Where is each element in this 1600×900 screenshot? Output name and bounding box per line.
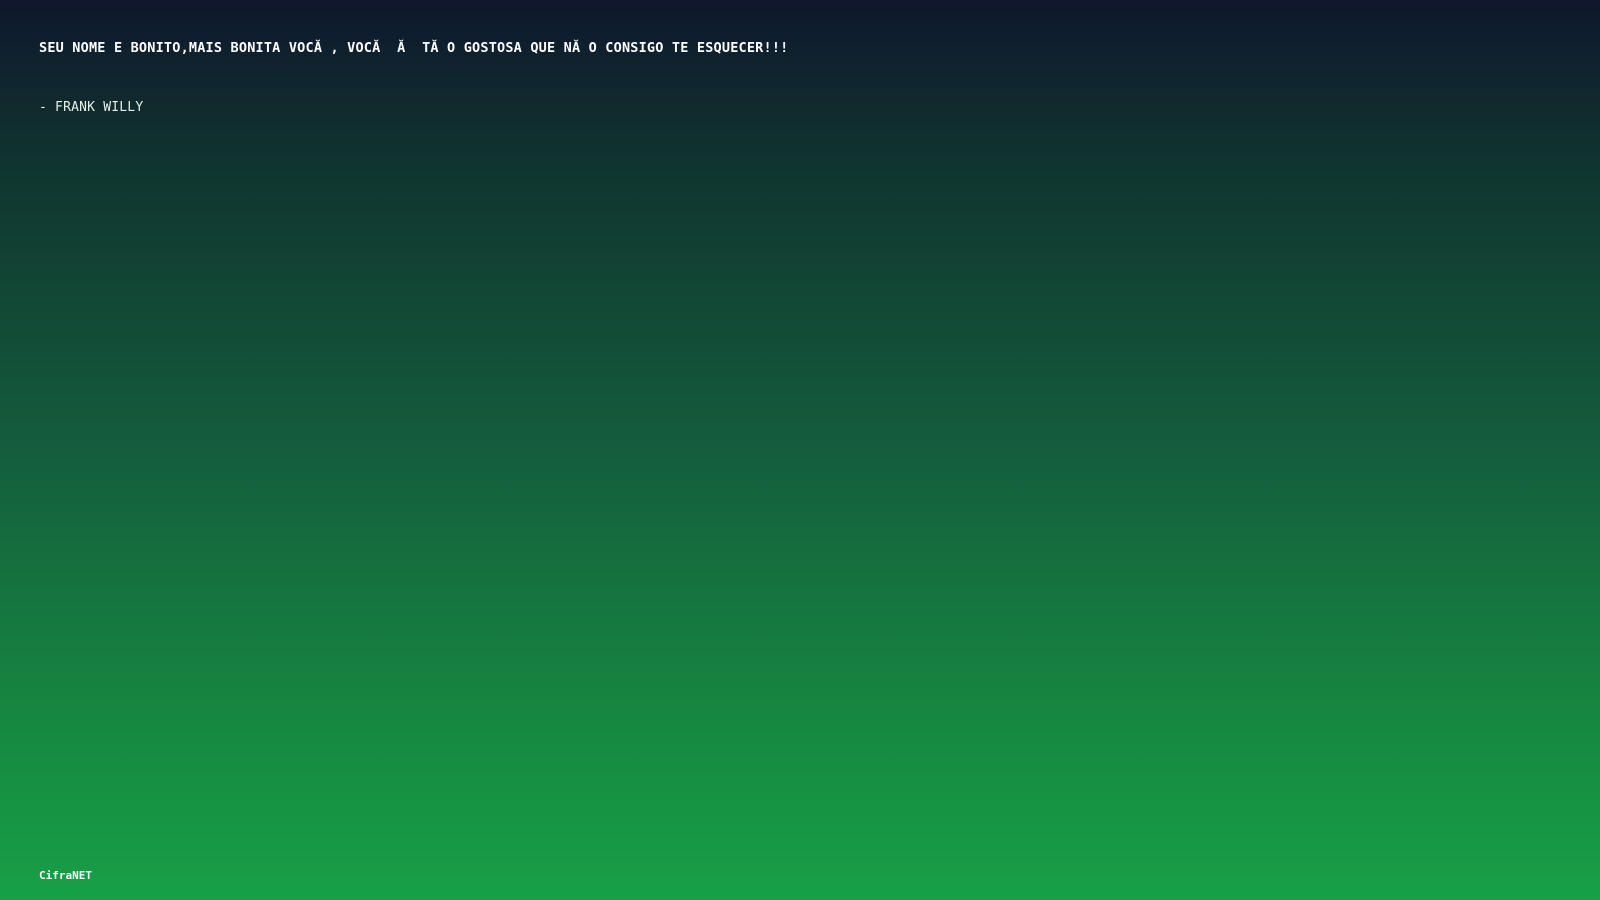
quote-text: SEU NOME E BONITO,MAIS BONITA VOCĂ , VOC… bbox=[39, 40, 789, 56]
quote-author: - FRANK WILLY bbox=[39, 100, 144, 115]
brand-logo-text: CifraNET bbox=[39, 869, 92, 882]
